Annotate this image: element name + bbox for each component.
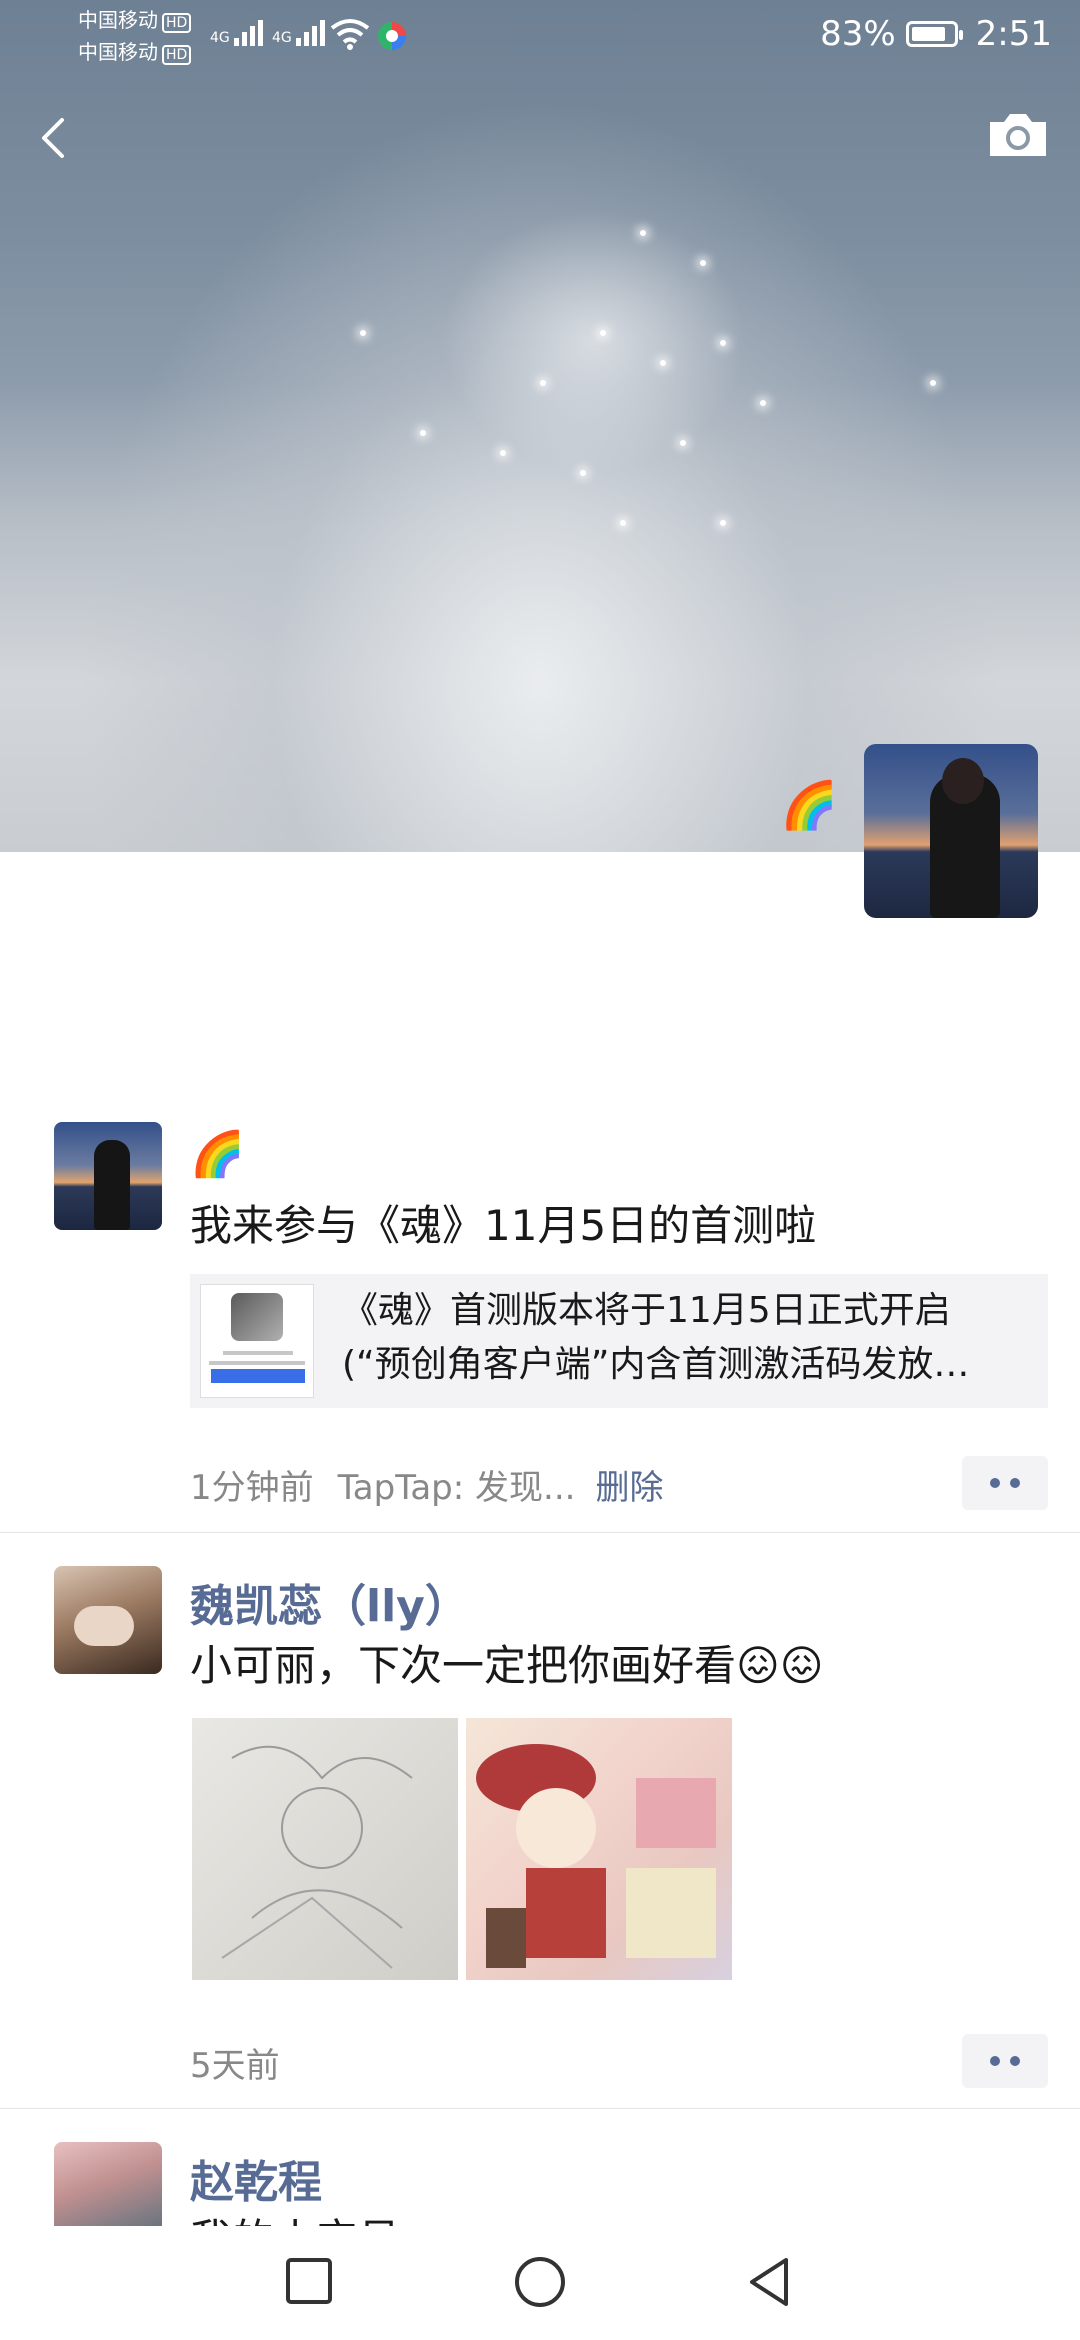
thumb-button [211, 1369, 305, 1383]
network-type-1: 4G [210, 30, 230, 46]
hd-badge: HD [162, 13, 192, 33]
camera-icon[interactable] [986, 108, 1050, 160]
dot-icon [1010, 1478, 1020, 1488]
app-logo-icon [231, 1293, 283, 1341]
post-source[interactable]: TapTap: 发现... [338, 1468, 576, 1508]
post-photo-colored[interactable] [466, 1718, 732, 1980]
post-author-name[interactable]: 魏凯蕊（lly） [190, 1570, 469, 1634]
battery-percent: 83% [820, 14, 896, 54]
divider [0, 2108, 1080, 2109]
post-3: 赵乾程 我的小宝贝 [0, 2140, 1080, 2226]
link-title-line-1: 《魂》首测版本将于11月5日正式开启 [342, 1290, 951, 1331]
carrier-2: 中国移动 HD [78, 40, 192, 65]
more-options-button[interactable] [962, 2034, 1048, 2088]
divider [0, 1532, 1080, 1533]
wifi-icon [330, 19, 370, 50]
post-text: 我的小宝贝 [190, 2206, 400, 2226]
avatar-face [74, 1606, 134, 1646]
avatar[interactable] [54, 1566, 162, 1674]
post-meta: 5天前 [190, 2038, 280, 2087]
post-1: 🌈 我来参与《魂》11月5日的首测啦 《魂》首测版本将于11月5日正式开启 (“… [0, 1120, 1080, 1532]
profile-name[interactable]: 🌈 [781, 778, 838, 833]
carrier-2-label: 中国移动 [78, 40, 158, 64]
carrier-1: 中国移动 HD [78, 8, 192, 33]
status-right: 83% 2:51 [820, 14, 1052, 54]
circle-icon[interactable] [512, 2254, 568, 2310]
more-options-button[interactable] [962, 1456, 1048, 1510]
signal-2-icon: 4G [272, 18, 326, 46]
dot-icon [1010, 2056, 1020, 2066]
chevron-left-icon[interactable] [30, 108, 80, 168]
post-time: 5天前 [190, 2046, 280, 2086]
thumb-text-line [223, 1351, 293, 1355]
battery-level-fill [911, 27, 945, 41]
clock: 2:51 [975, 14, 1052, 54]
post-text: 小可丽，下次一定把你画好看😖😖 [190, 1641, 824, 1690]
system-navigation-bar [0, 2226, 1080, 2340]
post-time: 1分钟前 [190, 1468, 314, 1508]
battery-icon [905, 21, 963, 47]
profile-avatar[interactable] [864, 744, 1038, 918]
delete-button[interactable]: 删除 [595, 1468, 663, 1508]
thumb-text-line [209, 1361, 305, 1365]
avatar-figure [94, 1140, 130, 1230]
status-bar: 中国移动 HD 中国移动 HD 4G 4G 83% 2:51 [0, 0, 1080, 72]
cover-photo[interactable] [0, 0, 1080, 852]
avatar[interactable] [54, 2142, 162, 2226]
link-title-line-2: (“预创角客户端”内含首测激活码发放… [342, 1344, 970, 1385]
post-text: 我来参与《魂》11月5日的首测啦 [190, 1201, 817, 1250]
link-thumbnail [200, 1284, 314, 1398]
avatar[interactable] [54, 1122, 162, 1230]
post-author-name[interactable]: 赵乾程 [190, 2146, 322, 2210]
avatar-head [942, 758, 984, 804]
signal-1-icon: 4G [210, 18, 264, 46]
post-meta: 1分钟前 TapTap: 发现... 删除 [190, 1460, 663, 1509]
link-card[interactable]: 《魂》首测版本将于11月5日正式开启 (“预创角客户端”内含首测激活码发放… [190, 1274, 1048, 1408]
post-photo-sketch[interactable] [192, 1718, 458, 1980]
post-author-name[interactable]: 🌈 [190, 1128, 245, 1180]
app-notification-icon [378, 22, 406, 50]
dot-icon [990, 2056, 1000, 2066]
dot-icon [990, 1478, 1000, 1488]
network-type-2: 4G [272, 30, 292, 46]
hd-badge: HD [162, 45, 192, 65]
triangle-back-icon[interactable] [742, 2254, 798, 2310]
square-icon[interactable] [282, 2254, 338, 2310]
post-2: 魏凯蕊（lly） 小可丽，下次一定把你画好看😖😖 5天前 [0, 1564, 1080, 2108]
carrier-1-label: 中国移动 [78, 8, 158, 32]
